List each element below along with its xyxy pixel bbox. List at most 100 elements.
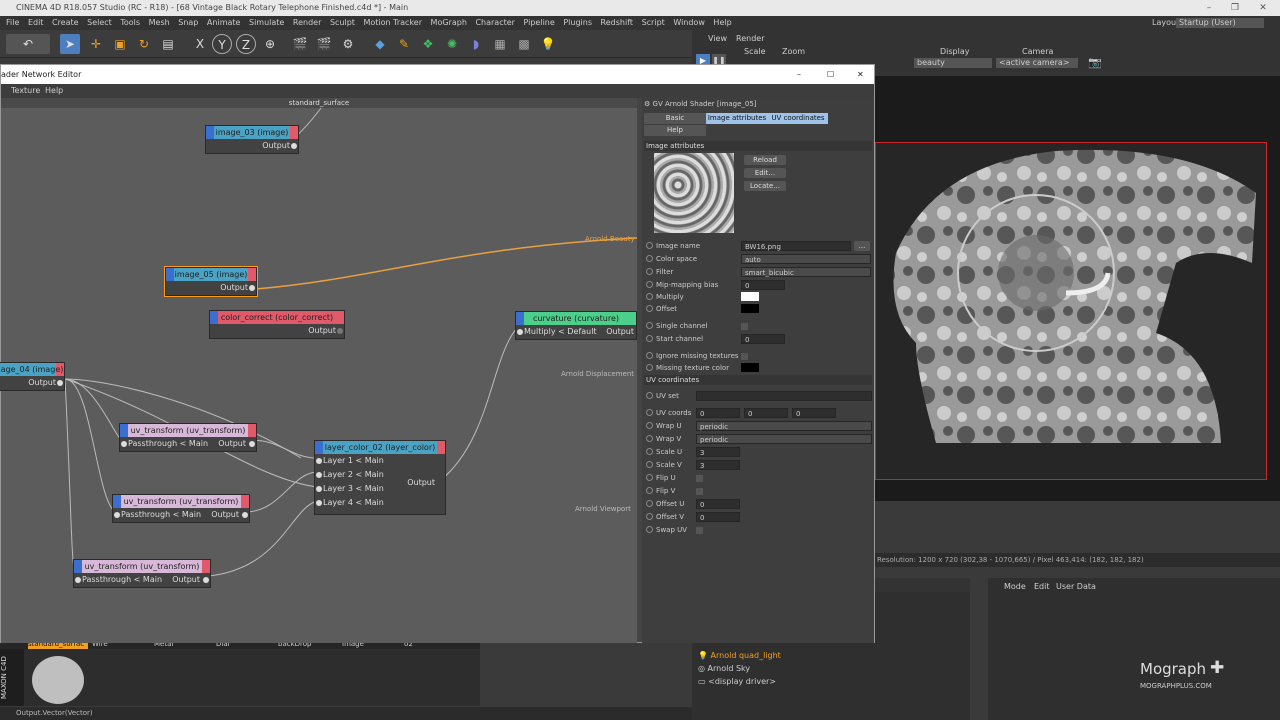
- node-image-04[interactable]: age_04 (image) Output: [0, 362, 65, 391]
- node-graph[interactable]: standard_surface image_03 (image) Output…: [0, 98, 637, 643]
- menu-tools[interactable]: Tools: [120, 18, 140, 27]
- node-port-row[interactable]: Passthrough < Main Output: [113, 508, 249, 522]
- object-row[interactable]: 💡 Arnold quad_light: [698, 650, 898, 662]
- multiply-color-swatch[interactable]: [741, 292, 759, 301]
- sne-menu-help[interactable]: Help: [45, 84, 63, 98]
- node-uv-transform[interactable]: uv_transform (uv_transform) Passthrough …: [73, 559, 211, 588]
- node-port-row[interactable]: Passthrough < Main Output: [120, 437, 256, 451]
- view-menu[interactable]: View: [708, 34, 727, 43]
- node-port-row[interactable]: Passthrough < Main Output: [74, 573, 210, 587]
- sne-close-icon[interactable]: ✕: [857, 65, 864, 84]
- menu-script[interactable]: Script: [642, 18, 665, 27]
- tab-uv-coordinates[interactable]: UV coordinates: [768, 113, 828, 124]
- scale-v-field[interactable]: 3: [696, 460, 740, 470]
- menu-edit[interactable]: Edit: [28, 18, 44, 27]
- uv-coord-field[interactable]: 0: [696, 408, 740, 418]
- menu-mograph[interactable]: MoGraph: [431, 18, 467, 27]
- light-icon[interactable]: 💡: [538, 34, 558, 54]
- restore-icon[interactable]: ❐: [1222, 0, 1248, 16]
- object-row[interactable]: ◎ Arnold Sky: [698, 663, 898, 675]
- display-select[interactable]: beauty: [914, 58, 992, 68]
- rotate-icon[interactable]: ↻: [134, 34, 154, 54]
- pen-icon[interactable]: ✎: [394, 34, 414, 54]
- mip-field[interactable]: 0: [741, 280, 785, 290]
- node-output-port[interactable]: Output: [0, 376, 64, 390]
- x-axis-icon[interactable]: X: [190, 34, 210, 54]
- ignore-missing-checkbox[interactable]: [741, 353, 748, 360]
- single-channel-checkbox[interactable]: [741, 323, 748, 330]
- node-output-port[interactable]: Output: [210, 324, 344, 338]
- node-input-port[interactable]: Layer 3 < Main: [315, 482, 445, 496]
- render-settings-icon[interactable]: ⚙: [338, 34, 358, 54]
- select-icon[interactable]: ➤: [60, 34, 80, 54]
- recent-tools-icon[interactable]: ▤: [158, 34, 178, 54]
- node-input-port[interactable]: Layer 1 < Main: [315, 454, 445, 468]
- flip-u-checkbox[interactable]: [696, 475, 703, 482]
- locate-button[interactable]: Locate...: [744, 181, 786, 191]
- menu-create[interactable]: Create: [52, 18, 79, 27]
- uv-coord-field[interactable]: 0: [744, 408, 788, 418]
- scale-u-field[interactable]: 3: [696, 447, 740, 457]
- layout-select[interactable]: Startup (User): [1176, 18, 1264, 28]
- offset-color-swatch[interactable]: [741, 304, 759, 313]
- tab-image-attributes[interactable]: Image attributes: [706, 113, 768, 124]
- node-port-row[interactable]: Multiply < Default Output: [516, 325, 636, 339]
- cube-icon[interactable]: ◆: [370, 34, 390, 54]
- move-icon[interactable]: ✛: [86, 34, 106, 54]
- node-color-correct[interactable]: color_correct (color_correct) Output: [209, 310, 345, 339]
- menu-redshift[interactable]: Redshift: [601, 18, 633, 27]
- menu-window[interactable]: Window: [673, 18, 705, 27]
- flip-v-checkbox[interactable]: [696, 488, 703, 495]
- menu-sculpt[interactable]: Sculpt: [330, 18, 355, 27]
- menu-animate[interactable]: Animate: [207, 18, 241, 27]
- uv-set-field[interactable]: [696, 391, 872, 401]
- node-uv-transform[interactable]: uv_transform (uv_transform) Passthrough …: [119, 423, 257, 452]
- node-layer-color[interactable]: layer_color_02 (layer_color) Layer 1 < M…: [314, 440, 446, 515]
- menu-render[interactable]: Render: [293, 18, 321, 27]
- node-input-port[interactable]: Layer 4 < Main: [315, 496, 445, 510]
- offset-v-field[interactable]: 0: [696, 512, 740, 522]
- node-output-port[interactable]: Output: [206, 139, 298, 153]
- minimize-icon[interactable]: –: [1196, 0, 1222, 16]
- object-row[interactable]: ▭ <display driver>: [698, 676, 898, 688]
- scale-icon[interactable]: ▣: [110, 34, 130, 54]
- sne-menu-texture[interactable]: Texture: [11, 84, 40, 98]
- menu-pipeline[interactable]: Pipeline: [523, 18, 554, 27]
- snapshot-icon[interactable]: 📷: [1088, 56, 1102, 69]
- deformer-icon[interactable]: ◗: [466, 34, 486, 54]
- node-image-05[interactable]: image_05 (image) Output: [164, 266, 258, 297]
- image-name-field[interactable]: BW16.png: [741, 241, 851, 251]
- tab-help[interactable]: Help: [644, 125, 706, 136]
- node-output-port[interactable]: Output: [166, 281, 256, 295]
- attr-edit-menu[interactable]: Edit: [1034, 582, 1050, 591]
- attr-mode-menu[interactable]: Mode: [1004, 582, 1026, 591]
- offset-u-field[interactable]: 0: [696, 499, 740, 509]
- swap-uv-checkbox[interactable]: [696, 527, 703, 534]
- uv-coord-field[interactable]: 0: [792, 408, 836, 418]
- menu-mesh[interactable]: Mesh: [149, 18, 170, 27]
- node-uv-transform[interactable]: uv_transform (uv_transform) Passthrough …: [112, 494, 250, 523]
- missing-color-swatch[interactable]: [741, 363, 759, 372]
- sne-minimize-icon[interactable]: –: [797, 65, 801, 84]
- wrap-u-select[interactable]: periodic: [696, 421, 872, 431]
- menu-file[interactable]: File: [6, 18, 19, 27]
- edit-button[interactable]: Edit...: [744, 168, 786, 178]
- browse-button[interactable]: ...: [854, 241, 870, 251]
- reload-button[interactable]: Reload: [744, 155, 786, 165]
- undo-icon[interactable]: ↶: [6, 34, 50, 54]
- render-picture-viewer-icon[interactable]: 🎬: [314, 34, 334, 54]
- close-icon[interactable]: ✕: [1250, 0, 1276, 16]
- wrap-v-select[interactable]: periodic: [696, 434, 872, 444]
- y-axis-icon[interactable]: Y: [212, 34, 232, 54]
- node-image-03[interactable]: image_03 (image) Output: [205, 125, 299, 154]
- color-space-select[interactable]: auto: [741, 254, 871, 264]
- cloner-icon[interactable]: ✺: [442, 34, 462, 54]
- menu-select[interactable]: Select: [87, 18, 112, 27]
- menu-snap[interactable]: Snap: [178, 18, 198, 27]
- camera-icon[interactable]: ▩: [514, 34, 534, 54]
- render-viewport[interactable]: [875, 76, 1280, 501]
- menu-simulate[interactable]: Simulate: [249, 18, 284, 27]
- sne-maximize-icon[interactable]: ☐: [827, 65, 834, 84]
- tab-basic[interactable]: Basic: [644, 113, 706, 124]
- menu-motion-tracker[interactable]: Motion Tracker: [363, 18, 422, 27]
